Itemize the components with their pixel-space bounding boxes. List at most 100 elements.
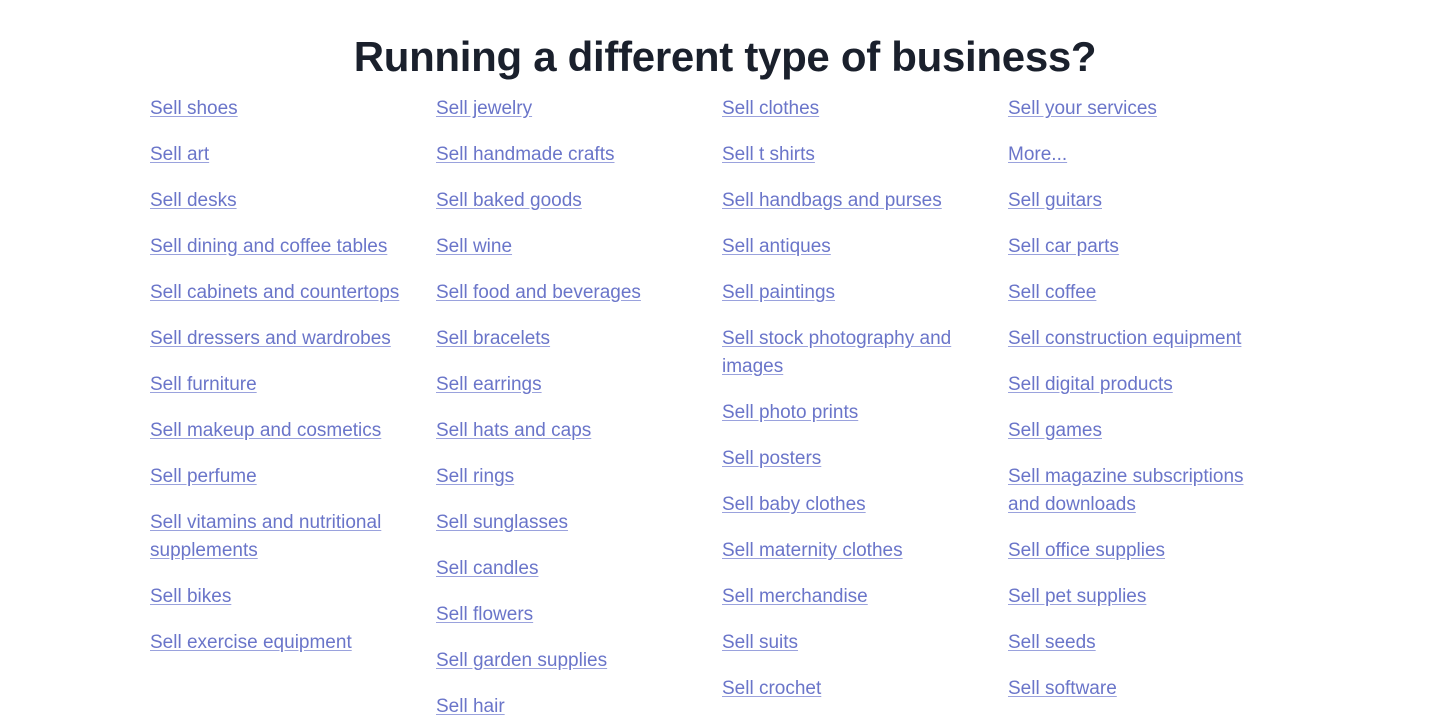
list-item: Sell jewelry	[436, 95, 692, 123]
business-type-link[interactable]: Sell clothes	[722, 98, 819, 119]
business-type-link[interactable]: Sell digital products	[1008, 374, 1173, 395]
list-item: Sell suits	[722, 629, 978, 657]
list-item: Sell seeds	[1008, 629, 1264, 657]
business-type-link[interactable]: Sell garden supplies	[436, 650, 607, 671]
list-item: Sell bikes	[150, 583, 406, 611]
business-type-link[interactable]: Sell paintings	[722, 282, 835, 303]
list-item: Sell vitamins and nutritional supplement…	[150, 509, 406, 565]
list-item: Sell furniture	[150, 371, 406, 399]
business-type-link[interactable]: Sell furniture	[150, 374, 257, 395]
business-type-link[interactable]: Sell construction equipment	[1008, 328, 1241, 349]
business-type-link[interactable]: Sell sunglasses	[436, 512, 568, 533]
business-type-link[interactable]: Sell games	[1008, 420, 1102, 441]
list-item: Sell handmade crafts	[436, 141, 692, 169]
list-item: Sell t shirts	[722, 141, 978, 169]
list-item: Sell rings	[436, 463, 692, 491]
business-type-link[interactable]: Sell perfume	[150, 466, 257, 487]
list-item: Sell art	[150, 141, 406, 169]
business-type-link[interactable]: Sell stock photography and images	[722, 328, 951, 377]
business-type-link[interactable]: Sell hats and caps	[436, 420, 591, 441]
list-item: Sell garden supplies	[436, 647, 692, 675]
business-type-link[interactable]: Sell flowers	[436, 604, 533, 625]
business-type-link[interactable]: Sell bracelets	[436, 328, 550, 349]
list-item: Sell crochet	[722, 675, 978, 703]
list-item: Sell exercise equipment	[150, 629, 406, 657]
list-item: Sell baked goods	[436, 187, 692, 215]
list-item: Sell pet supplies	[1008, 583, 1264, 611]
list-item: Sell shoes	[150, 95, 406, 123]
list-item: Sell makeup and cosmetics	[150, 417, 406, 445]
more-link[interactable]: More...	[1008, 144, 1067, 165]
list-item: Sell flowers	[436, 601, 692, 629]
business-type-link[interactable]: Sell antiques	[722, 236, 831, 257]
business-type-link[interactable]: Sell maternity clothes	[722, 540, 903, 561]
business-type-link[interactable]: Sell merchandise	[722, 586, 868, 607]
business-type-link[interactable]: Sell wine	[436, 236, 512, 257]
list-item: Sell digital products	[1008, 371, 1264, 399]
list-item: Sell office supplies	[1008, 537, 1264, 565]
list-item: Sell handbags and purses	[722, 187, 978, 215]
business-type-link[interactable]: Sell cabinets and countertops	[150, 282, 399, 303]
link-column-4: Sell your services More... Sell guitars …	[1008, 95, 1294, 716]
page-title: Running a different type of business?	[353, 33, 1097, 80]
business-type-link[interactable]: Sell shoes	[150, 98, 238, 119]
list-item: Sell posters	[722, 445, 978, 473]
business-type-link[interactable]: Sell food and beverages	[436, 282, 641, 303]
business-type-link[interactable]: Sell desks	[150, 190, 237, 211]
list-item: Sell guitars	[1008, 187, 1264, 215]
list-item: Sell dining and coffee tables	[150, 233, 406, 261]
list-item: Sell desks	[150, 187, 406, 215]
business-type-link[interactable]: Sell handmade crafts	[436, 144, 615, 165]
list-item: Sell cabinets and countertops	[150, 279, 406, 307]
list-item: Sell paintings	[722, 279, 978, 307]
link-column-1: Sell shoes Sell art Sell desks Sell dini…	[150, 95, 436, 675]
link-column-3: Sell clothes Sell t shirts Sell handbags…	[722, 95, 1008, 716]
business-type-link[interactable]: Sell baby clothes	[722, 494, 866, 515]
list-item: Sell coffee	[1008, 279, 1264, 307]
business-type-link[interactable]: Sell office supplies	[1008, 540, 1165, 561]
business-type-link[interactable]: Sell hair	[436, 696, 505, 716]
list-item: Sell maternity clothes	[722, 537, 978, 565]
list-item: Sell car parts	[1008, 233, 1264, 261]
list-item: Sell magazine subscriptions and download…	[1008, 463, 1264, 519]
business-type-link[interactable]: Sell dressers and wardrobes	[150, 328, 391, 349]
business-type-link[interactable]: Sell suits	[722, 632, 798, 653]
business-type-link[interactable]: Sell photo prints	[722, 402, 858, 423]
business-types-page: Running a different type of business? Se…	[0, 0, 1450, 716]
business-type-link[interactable]: Sell your services	[1008, 98, 1157, 119]
business-type-link[interactable]: Sell dining and coffee tables	[150, 236, 387, 257]
business-type-link[interactable]: Sell vitamins and nutritional supplement…	[150, 512, 381, 561]
business-type-link[interactable]: Sell handbags and purses	[722, 190, 942, 211]
list-item: Sell bracelets	[436, 325, 692, 353]
business-type-link[interactable]: Sell bikes	[150, 586, 231, 607]
business-type-link[interactable]: Sell rings	[436, 466, 514, 487]
business-type-link[interactable]: Sell magazine subscriptions and download…	[1008, 466, 1244, 515]
list-item: Sell games	[1008, 417, 1264, 445]
business-type-link[interactable]: Sell earrings	[436, 374, 542, 395]
list-item: Sell antiques	[722, 233, 978, 261]
business-type-link[interactable]: Sell car parts	[1008, 236, 1119, 257]
business-type-link[interactable]: Sell makeup and cosmetics	[150, 420, 381, 441]
list-item: Sell your services	[1008, 95, 1264, 123]
business-type-link[interactable]: Sell art	[150, 144, 209, 165]
business-type-link-columns: Sell shoes Sell art Sell desks Sell dini…	[0, 95, 1450, 716]
list-item: Sell construction equipment	[1008, 325, 1264, 353]
business-type-link[interactable]: Sell t shirts	[722, 144, 815, 165]
list-item: Sell food and beverages	[436, 279, 692, 307]
list-item: Sell wine	[436, 233, 692, 261]
business-type-link[interactable]: Sell jewelry	[436, 98, 532, 119]
list-item: Sell hats and caps	[436, 417, 692, 445]
business-type-link[interactable]: Sell seeds	[1008, 632, 1096, 653]
business-type-link[interactable]: Sell exercise equipment	[150, 632, 352, 653]
list-item: Sell hair	[436, 693, 692, 716]
business-type-link[interactable]: Sell posters	[722, 448, 821, 469]
business-type-link[interactable]: Sell crochet	[722, 678, 821, 699]
business-type-link[interactable]: Sell pet supplies	[1008, 586, 1146, 607]
business-type-link[interactable]: Sell candles	[436, 558, 538, 579]
business-type-link[interactable]: Sell software	[1008, 678, 1117, 699]
business-type-link[interactable]: Sell coffee	[1008, 282, 1096, 303]
business-type-link[interactable]: Sell guitars	[1008, 190, 1102, 211]
list-item: Sell candles	[436, 555, 692, 583]
list-item: Sell earrings	[436, 371, 692, 399]
business-type-link[interactable]: Sell baked goods	[436, 190, 582, 211]
